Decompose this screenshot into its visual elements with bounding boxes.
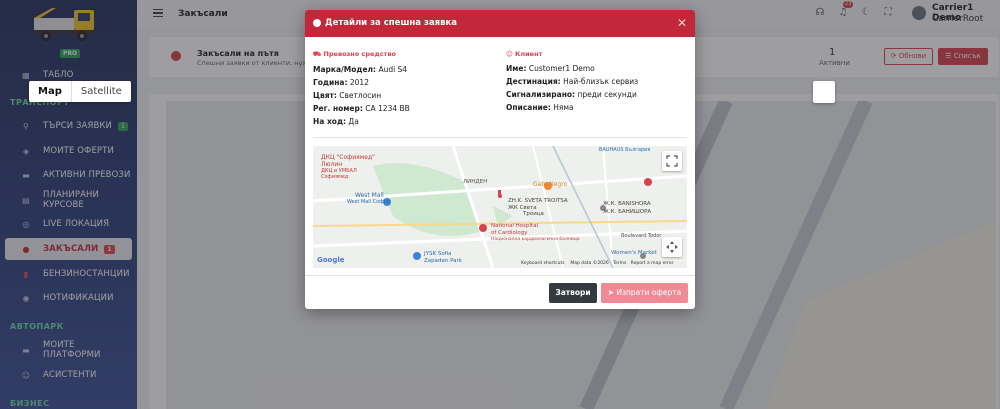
map-label: Ж.К. БАНИШОРА [603, 209, 652, 215]
map-label: Women's Market [611, 250, 657, 256]
field-label: Сигнализирано: [506, 90, 576, 99]
map-label: ZH.K. SVETA TROITSA [508, 198, 568, 204]
close-icon[interactable]: ✕ [677, 16, 687, 30]
location-map[interactable]: ДКЦ "Софиямед" Люлин ДКЦ и УМБАЛ Софияме… [313, 146, 687, 268]
map-label: Gato Negro [533, 181, 568, 188]
field-value: CA 1234 BB [365, 104, 410, 113]
expand-icon [666, 155, 678, 167]
vehicle-header-label: Превозно средство [323, 50, 396, 58]
map-label: Ж.К. BANISHORA [603, 201, 651, 207]
map-type-satellite[interactable]: Satellite [72, 81, 131, 102]
field-value: Audi S4 [378, 65, 408, 74]
map-footer-shortcuts[interactable]: Keyboard shortcuts [521, 261, 565, 266]
map-type-map[interactable]: Map [29, 81, 72, 102]
vehicle-row-model: Марка/Модел: Audi S4 [313, 65, 410, 78]
field-value: Да [348, 117, 359, 126]
map-footer-terms[interactable]: Terms [613, 261, 626, 266]
client-section: ☺ Клиент Име: Customer1 Demo Дестинация:… [506, 50, 638, 116]
vehicle-row-color: Цвят: Светлосин [313, 91, 410, 104]
map-label: ЛИНДЕН [463, 179, 488, 185]
alert-icon [313, 19, 321, 27]
map-label: ДКЦ "Софиямед" [321, 154, 375, 161]
map-label: Люлин [321, 161, 343, 168]
map-type-toggle: Map Satellite [29, 81, 131, 102]
field-value: Customer1 Demo [528, 64, 595, 73]
client-header: ☺ Клиент [506, 50, 543, 58]
field-value: преди секунди [577, 90, 637, 99]
map-label: Национална кардиологична болница [491, 237, 580, 242]
map-label: Троица [523, 211, 544, 217]
google-logo: Google [317, 256, 345, 264]
modal-header: Детайли за спешна заявка ✕ [305, 10, 695, 37]
field-label: Име: [506, 64, 527, 73]
map-footer: Keyboard shortcuts Map data ©2026 Terms … [521, 261, 674, 266]
map-label: Boulevard Todor [621, 233, 662, 239]
field-value: 2012 [349, 78, 369, 87]
map-footer-data: Map data ©2026 [570, 261, 609, 266]
field-label: Марка/Модел: [313, 65, 377, 74]
map-label: National Hospital [491, 223, 539, 229]
field-label: Описание: [506, 103, 551, 112]
field-label: Цвят: [313, 91, 337, 100]
emergency-request-modal: Детайли за спешна заявка ✕ ⛟ Превозно ср… [305, 10, 695, 309]
field-label: Година: [313, 78, 348, 87]
map-label: of Cardiology [491, 230, 528, 236]
field-label: Рег. номер: [313, 104, 363, 113]
send-offer-button[interactable]: ➤ Изпрати оферта [601, 283, 688, 303]
pan-icon [666, 241, 678, 253]
close-button[interactable]: Затвори [549, 283, 597, 303]
vehicle-section: ⛟ Превозно средство Марка/Модел: Audi S4… [313, 50, 410, 130]
client-row-destination: Дестинация: Най-близък сервиз [506, 77, 638, 90]
field-label: На ход: [313, 117, 346, 126]
modal-title: Детайли за спешна заявка [325, 18, 458, 28]
field-value: Най-близък сервиз [563, 77, 639, 86]
map-label: West Mall София [347, 199, 390, 205]
divider [313, 137, 687, 138]
client-row-name: Име: Customer1 Demo [506, 64, 638, 77]
field-label: Дестинация: [506, 77, 561, 86]
map-label: West Mall [355, 192, 384, 199]
vehicle-header: ⛟ Превозно средство [313, 50, 396, 58]
map-label: JYSK Sofia [424, 251, 452, 257]
client-header-label: Клиент [515, 50, 543, 58]
map-pan-control[interactable] [662, 237, 682, 257]
client-row-description: Описание: Няма [506, 103, 638, 116]
send-offer-label: Изпрати оферта [616, 288, 682, 297]
map-label: Zapaden Park [424, 258, 462, 264]
vehicle-row-year: Година: 2012 [313, 78, 410, 91]
client-row-reported: Сигнализирано: преди секунди [506, 90, 638, 103]
map-fullscreen-button[interactable] [813, 81, 835, 103]
vehicle-row-driveable: На ход: Да [313, 117, 410, 130]
map-fullscreen-icon[interactable] [662, 151, 682, 171]
field-value: Светлосин [339, 91, 382, 100]
map-label: Софиямед [321, 174, 349, 180]
vehicle-row-plate: Рег. номер: CA 1234 BB [313, 104, 410, 117]
footer-divider [305, 275, 695, 276]
field-value: Няма [553, 103, 574, 112]
map-label: BAUHAUS България [599, 147, 651, 153]
map-footer-report[interactable]: Report a map error [631, 261, 674, 266]
